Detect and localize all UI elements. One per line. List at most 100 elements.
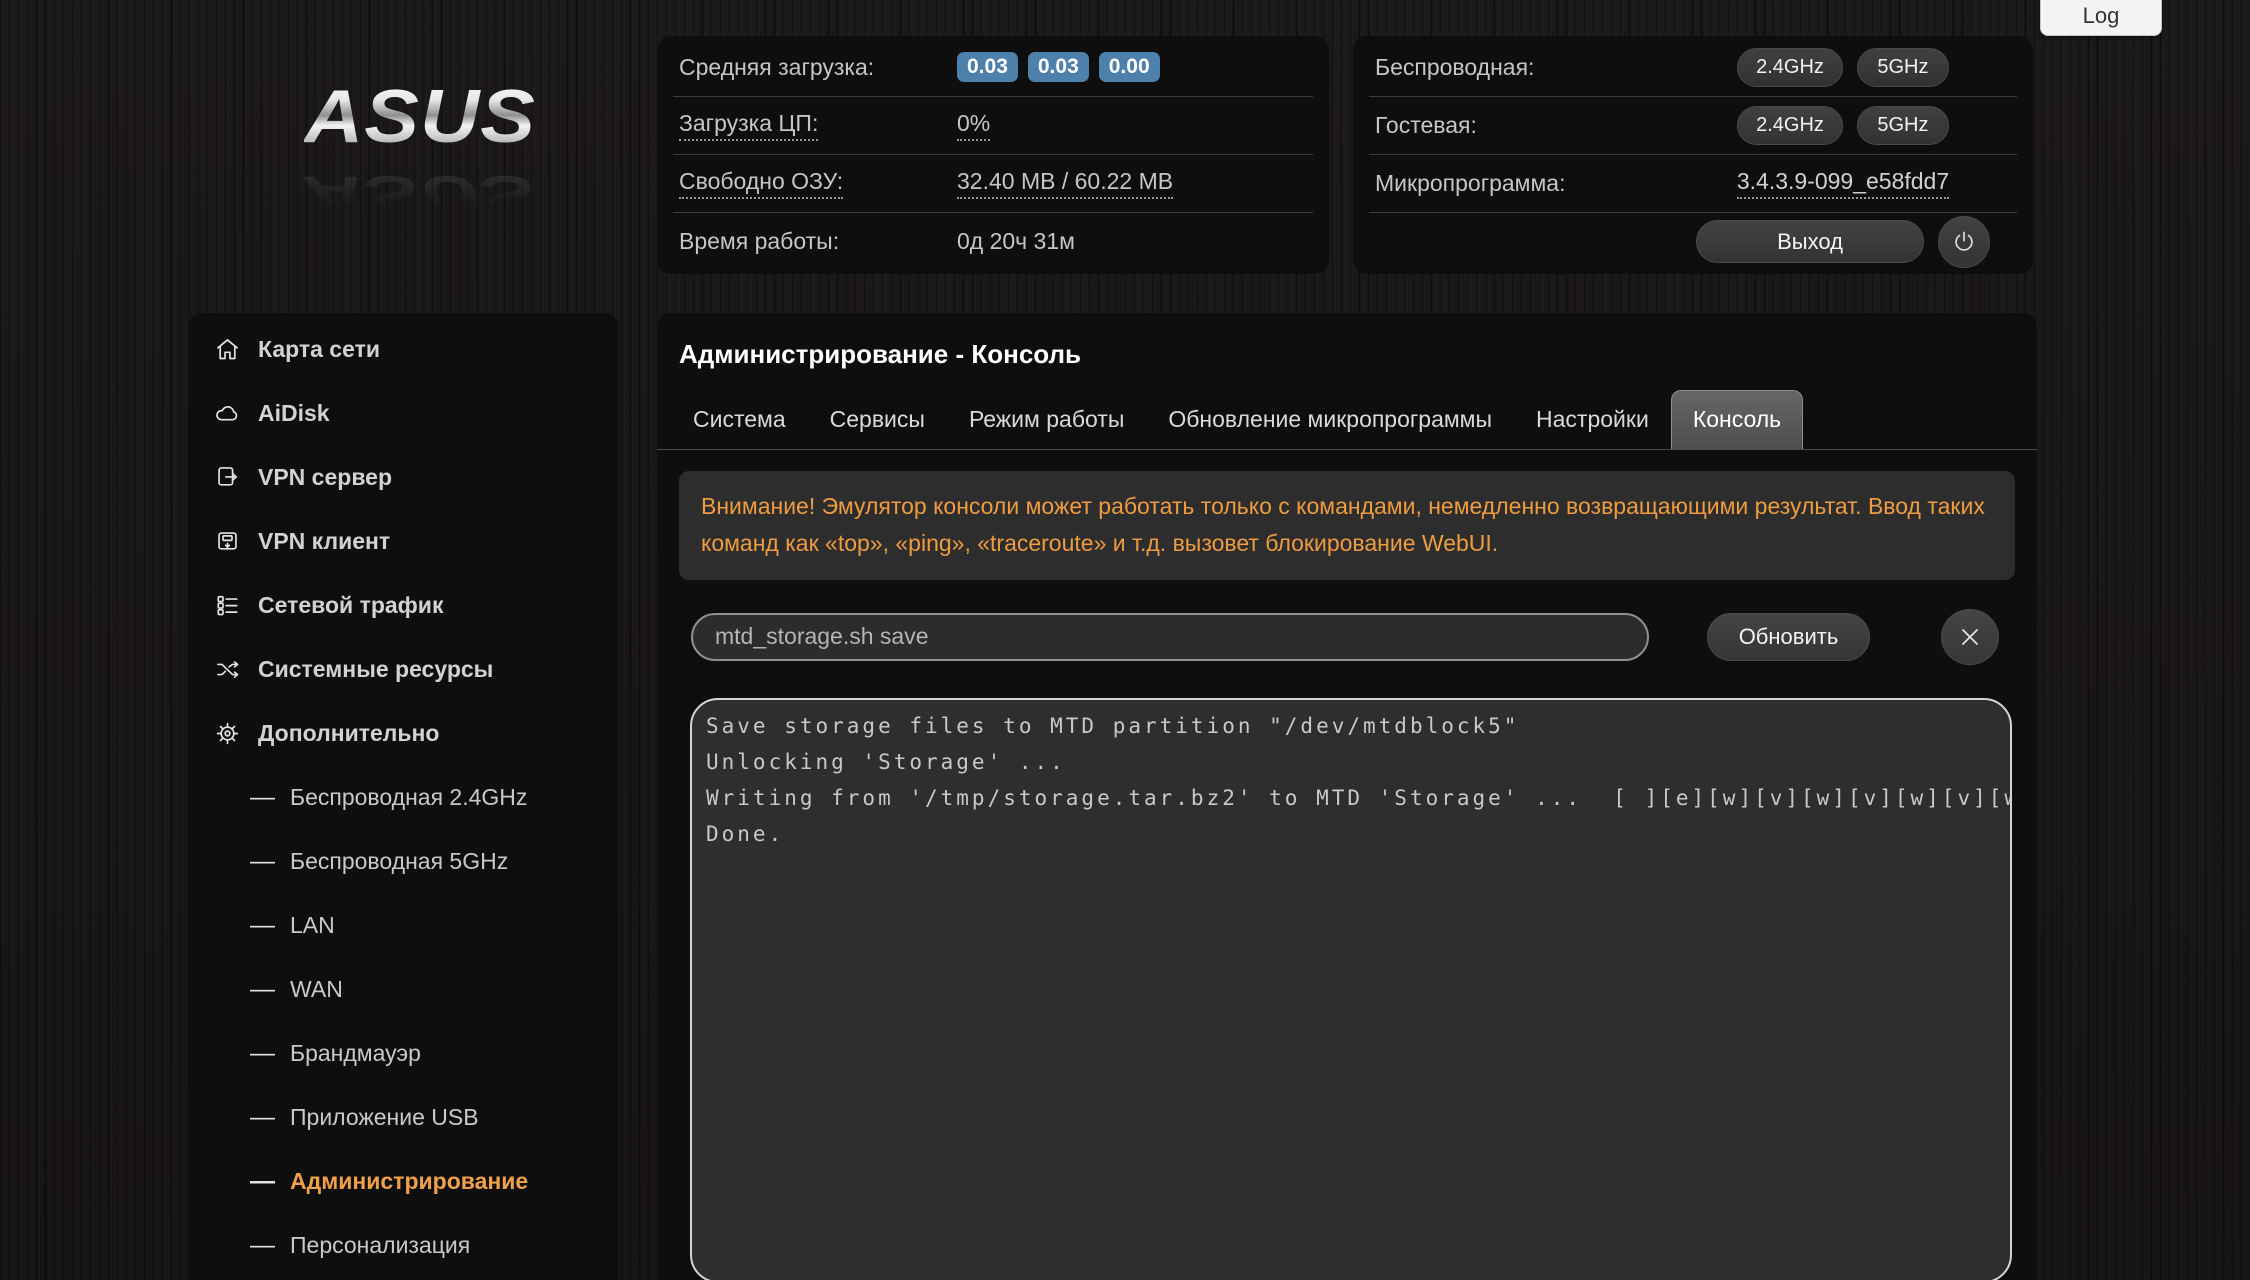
tab-settings[interactable]: Настройки — [1514, 390, 1671, 449]
sidebar-subitem-label: Приложение USB — [290, 1103, 479, 1130]
shuffle-icon — [217, 660, 239, 678]
dash-icon: — — [250, 782, 275, 811]
wireless-5ghz-button[interactable]: 5GHz — [1856, 47, 1949, 87]
tab-system[interactable]: Система — [671, 390, 808, 449]
asus-logo: ASUS ASUS — [255, 70, 585, 258]
firmware-row: Микропрограмма: 3.4.3.9-099_e58fdd7 — [1369, 154, 2017, 212]
sidebar-item-vpn-client[interactable]: VPN клиент — [188, 509, 618, 573]
sidebar-item-label: Сетевой трафик — [258, 591, 444, 618]
vpn-client-icon — [218, 531, 237, 550]
console-warning: Внимание! Эмулятор консоли может работат… — [679, 471, 2015, 580]
sidebar-item-network-traffic[interactable]: Сетевой трафик — [188, 573, 618, 637]
vpn-server-icon — [218, 466, 238, 486]
console-line: Save storage files to MTD partition "/de… — [706, 713, 1520, 738]
sidebar-subitem-administration[interactable]: — Администрирование — [188, 1149, 618, 1213]
free-ram-row: Свободно ОЗУ: 32.40 MB / 60.22 MB — [673, 154, 1313, 212]
command-input[interactable] — [691, 612, 1649, 661]
dash-icon: — — [250, 1230, 275, 1259]
load-average-row: Средняя загрузка: 0.03 0.03 0.00 — [673, 38, 1313, 96]
gear-icon — [216, 722, 239, 744]
console-output[interactable]: Save storage files to MTD partition "/de… — [690, 697, 2012, 1280]
sidebar-subitem-label: WAN — [290, 975, 343, 1002]
dash-icon: — — [250, 974, 275, 1003]
sidebar-item-label: Системные ресурсы — [258, 655, 494, 682]
tab-console[interactable]: Консоль — [1670, 390, 1804, 449]
dash-icon: — — [250, 846, 275, 875]
wireless-panel: Беспроводная: 2.4GHz 5GHz Гостевая: 2.4G… — [1353, 36, 2033, 274]
asus-logo-reflection: ASUS — [304, 164, 536, 224]
page-title: Администрирование - Консоль — [679, 339, 1082, 369]
free-ram-label[interactable]: Свободно ОЗУ: — [679, 168, 844, 199]
sidebar-subitem-personalization[interactable]: — Персонализация — [188, 1213, 618, 1277]
sidebar-subitem-wan[interactable]: — WAN — [188, 957, 618, 1021]
sidebar-subitem-label: Беспроводная 2.4GHz — [290, 783, 528, 810]
console-line: Unlocking 'Storage' ... — [706, 749, 1066, 774]
wireless-label: Беспроводная: — [1375, 53, 1535, 80]
tab-bar: Система Сервисы Режим работы Обновление … — [657, 390, 2037, 450]
log-button[interactable]: Log — [2040, 0, 2162, 36]
sidebar-subitem-label: Беспроводная 5GHz — [290, 847, 509, 874]
close-icon — [1962, 628, 1978, 645]
wireless-row: Беспроводная: 2.4GHz 5GHz — [1369, 38, 2017, 96]
cpu-usage-row: Загрузка ЦП: 0% — [673, 96, 1313, 154]
cpu-usage-value[interactable]: 0% — [957, 110, 991, 141]
tab-services[interactable]: Сервисы — [808, 390, 947, 449]
refresh-button[interactable]: Обновить — [1707, 612, 1870, 661]
cpu-usage-label[interactable]: Загрузка ЦП: — [679, 110, 819, 141]
logout-button[interactable]: Выход — [1696, 220, 1924, 263]
tab-firmware-upgrade[interactable]: Обновление микропрограммы — [1146, 390, 1514, 449]
reboot-button[interactable] — [1938, 215, 1990, 268]
tab-operation-mode[interactable]: Режим работы — [947, 390, 1146, 449]
clear-button[interactable] — [1941, 608, 1999, 665]
sidebar-subitem-label: LAN — [290, 911, 335, 938]
dash-icon: — — [250, 910, 275, 939]
sidebar-item-label: AiDisk — [258, 399, 330, 426]
guest-2_4ghz-button[interactable]: 2.4GHz — [1737, 106, 1843, 145]
sidebar-item-aidisk[interactable]: AiDisk — [188, 381, 618, 445]
console-line: Writing from '/tmp/storage.tar.bz2' to M… — [706, 785, 2010, 810]
home-icon — [217, 338, 238, 359]
status-panel: Средняя загрузка: 0.03 0.03 0.00 Загрузк… — [657, 36, 1329, 274]
uptime-row: Время работы: 0д 20ч 31м — [673, 212, 1313, 270]
dash-icon: — — [250, 1166, 275, 1195]
console-line: Done. — [706, 821, 785, 846]
main-panel: Администрирование - Консоль Система Серв… — [657, 313, 2037, 1280]
sidebar-item-label: Карта сети — [258, 335, 380, 362]
guest-row: Гостевая: 2.4GHz 5GHz — [1369, 96, 2017, 154]
sidebar-item-vpn-server[interactable]: VPN сервер — [188, 445, 618, 509]
load-average-5m: 0.03 — [1027, 52, 1089, 82]
sidebar-subitem-label: Администрирование — [290, 1167, 529, 1194]
sidebar-item-system-resources[interactable]: Системные ресурсы — [188, 637, 618, 701]
sidebar-subitem-lan[interactable]: — LAN — [188, 893, 618, 957]
sidebar-subitem-usb-application[interactable]: — Приложение USB — [188, 1085, 618, 1149]
sidebar-subitem-wireless-2_4ghz[interactable]: — Беспроводная 2.4GHz — [188, 765, 618, 829]
load-average-15m: 0.00 — [1098, 52, 1160, 82]
command-row: Обновить — [691, 608, 2015, 665]
sidebar-subitem-firewall[interactable]: — Брандмауэр — [188, 1021, 618, 1085]
sidebar: Карта сети AiDisk VPN сервер VPN клиент … — [188, 313, 618, 1280]
asus-logo-text: ASUS — [304, 74, 536, 159]
wireless-2_4ghz-button[interactable]: 2.4GHz — [1737, 47, 1843, 87]
load-average-badges: 0.03 0.03 0.00 — [957, 52, 1160, 82]
sidebar-subitem-wireless-5ghz[interactable]: — Беспроводная 5GHz — [188, 829, 618, 893]
uptime-value: 0д 20ч 31м — [957, 228, 1075, 254]
sidebar-subitem-label: Брандмауэр — [290, 1039, 421, 1066]
sidebar-item-advanced[interactable]: Дополнительно — [188, 701, 618, 765]
sidebar-subitem-label: Персонализация — [290, 1231, 471, 1258]
sidebar-item-label: Дополнительно — [258, 719, 440, 746]
firmware-label: Микропрограмма: — [1375, 170, 1566, 196]
sidebar-item-network-map[interactable]: Карта сети — [188, 317, 618, 381]
dash-icon: — — [250, 1038, 275, 1067]
sidebar-item-label: VPN клиент — [258, 527, 391, 554]
sidebar-item-label: VPN сервер — [258, 463, 392, 490]
guest-5ghz-button[interactable]: 5GHz — [1856, 106, 1949, 145]
uptime-label: Время работы: — [679, 228, 840, 254]
dash-icon: — — [250, 1102, 275, 1131]
load-average-label: Средняя загрузка: — [679, 53, 875, 80]
guest-label: Гостевая: — [1375, 112, 1477, 138]
free-ram-value[interactable]: 32.40 MB / 60.22 MB — [957, 168, 1174, 199]
firmware-version-link[interactable]: 3.4.3.9-099_e58fdd7 — [1736, 168, 1950, 199]
logout-row: Выход — [1369, 212, 2017, 270]
cloud-icon — [216, 405, 238, 421]
traffic-list-icon — [217, 595, 238, 615]
